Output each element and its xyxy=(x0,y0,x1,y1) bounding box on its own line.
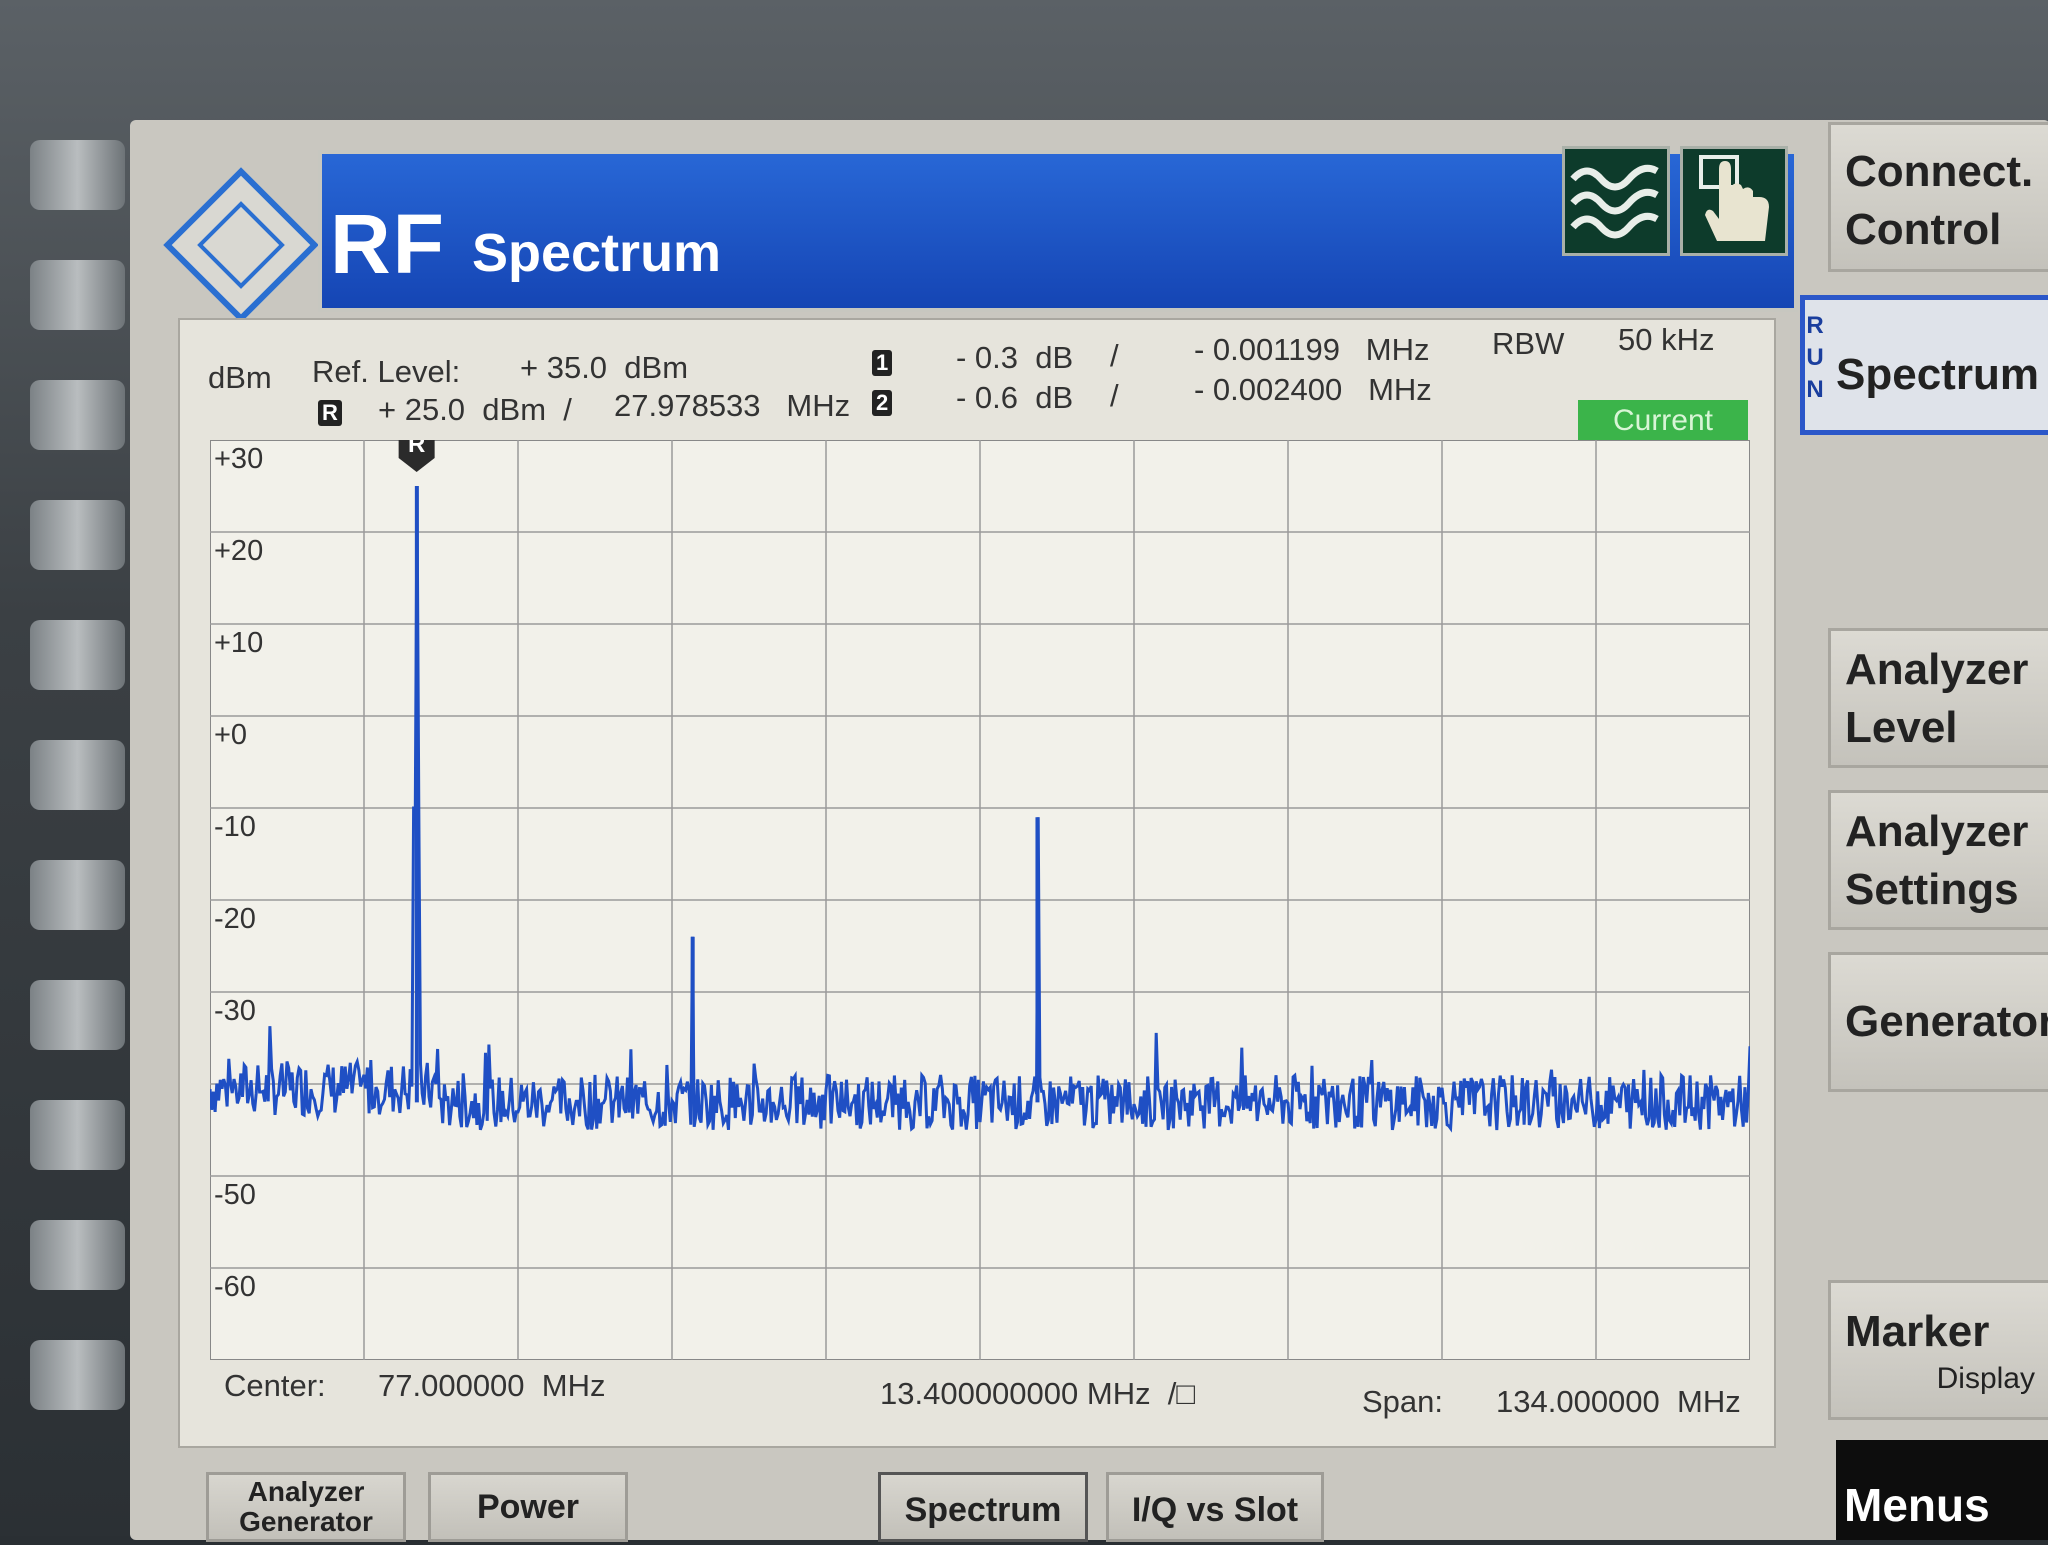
run-letter-r: R xyxy=(1806,312,1824,339)
y-tick-label: -20 xyxy=(214,903,256,935)
y-tick-label: -50 xyxy=(214,1179,256,1211)
connect-label-2: Control xyxy=(1845,205,2002,254)
spectrum-tab[interactable]: Spectrum xyxy=(878,1472,1088,1542)
y-tick-label: +0 xyxy=(214,719,247,751)
spectrum-chart: +30 +20 +10 +0 -10 -20 -30 -50 -60 R xyxy=(208,428,1752,1361)
ref-marker-level: + 25.0 dBm / xyxy=(378,392,572,427)
marker1-frequency: - 0.001199 MHz xyxy=(1194,332,1430,367)
connect-label-1: Connect. xyxy=(1845,147,2034,196)
ref-marker-tag: R xyxy=(318,400,342,426)
run-indicator: R U N xyxy=(1805,310,1825,406)
marker2-frequency: - 0.002400 MHz xyxy=(1194,372,1432,407)
unit-label: dBm xyxy=(208,360,272,395)
ref-marker-label: R xyxy=(408,440,425,458)
waves-icon[interactable] xyxy=(1562,146,1670,256)
analyzer-generator-tab[interactable]: Analyzer Generator xyxy=(206,1472,406,1542)
ref-level-label: Ref. Level: xyxy=(312,354,461,389)
marker-label: Marker xyxy=(1845,1307,1990,1356)
run-letter-n: N xyxy=(1806,376,1824,403)
analyzer-settings-label-1: Analyzer xyxy=(1845,807,2029,856)
y-tick-label: -60 xyxy=(214,1271,256,1303)
power-tab[interactable]: Power xyxy=(428,1472,628,1542)
marker2-level: - 0.6 dB xyxy=(956,380,1074,415)
center-label: Center: xyxy=(224,1368,326,1403)
marker-button[interactable]: Marker Display xyxy=(1828,1280,2048,1420)
spectrum-run-label: Spectrum xyxy=(1836,350,2039,399)
iq-vs-slot-tab[interactable]: I/Q vs Slot xyxy=(1106,1472,1324,1542)
spectrum-plot: +30 +20 +10 +0 -10 -20 -30 -50 -60 R xyxy=(208,428,1752,1361)
span-value: 134.000000 MHz xyxy=(1496,1384,1741,1419)
connect-control-button[interactable]: Connect. Control xyxy=(1828,122,2048,272)
y-tick-label: -10 xyxy=(214,811,256,843)
run-letter-u: U xyxy=(1806,344,1824,371)
marker2-separator: / xyxy=(1110,378,1119,413)
analyzer-level-label-2: Level xyxy=(1845,703,1958,752)
rbw-value: 50 kHz xyxy=(1618,322,1715,357)
marker1-level: - 0.3 dB xyxy=(956,340,1074,375)
generator-button[interactable]: Generator xyxy=(1828,952,2048,1092)
title-rf: RF xyxy=(330,197,446,291)
generator-label: Generator xyxy=(1845,997,2048,1046)
marker-sub-label: Display xyxy=(1936,1362,2035,1395)
menus-button[interactable]: Menus xyxy=(1836,1440,2048,1540)
analyzer-level-button[interactable]: Analyzer Level xyxy=(1828,628,2048,768)
y-tick-label: +20 xyxy=(214,535,263,567)
center-value: 77.000000 MHz xyxy=(378,1368,606,1403)
marker1-tag: 1 xyxy=(872,350,893,376)
y-tick-label: +30 xyxy=(214,443,263,475)
analyzer-settings-label-2: Settings xyxy=(1845,865,2019,914)
analyzer-level-label-1: Analyzer xyxy=(1845,645,2029,694)
analyzer-generator-label-2: Generator xyxy=(239,1506,373,1537)
marker1-separator: / xyxy=(1110,338,1119,373)
status-badge: Current xyxy=(1578,400,1748,442)
y-tick-label: +10 xyxy=(214,627,263,659)
marker2-tag: 2 xyxy=(872,390,893,416)
analyzer-generator-label-1: Analyzer xyxy=(247,1476,365,1507)
ref-level-value: + 35.0 dBm xyxy=(520,350,689,385)
span-label: Span: xyxy=(1362,1384,1444,1419)
title-spectrum: Spectrum xyxy=(472,223,722,283)
analyzer-settings-button[interactable]: Analyzer Settings xyxy=(1828,790,2048,930)
ref-marker-frequency: 27.978533 MHz xyxy=(614,388,851,423)
y-tick-label: -30 xyxy=(214,995,256,1027)
rbw-label: RBW xyxy=(1492,326,1565,361)
bezel-ribs xyxy=(0,60,140,1536)
division-value: 13.400000000 MHz /□ xyxy=(880,1376,1196,1411)
touch-hand-icon[interactable] xyxy=(1680,146,1788,256)
